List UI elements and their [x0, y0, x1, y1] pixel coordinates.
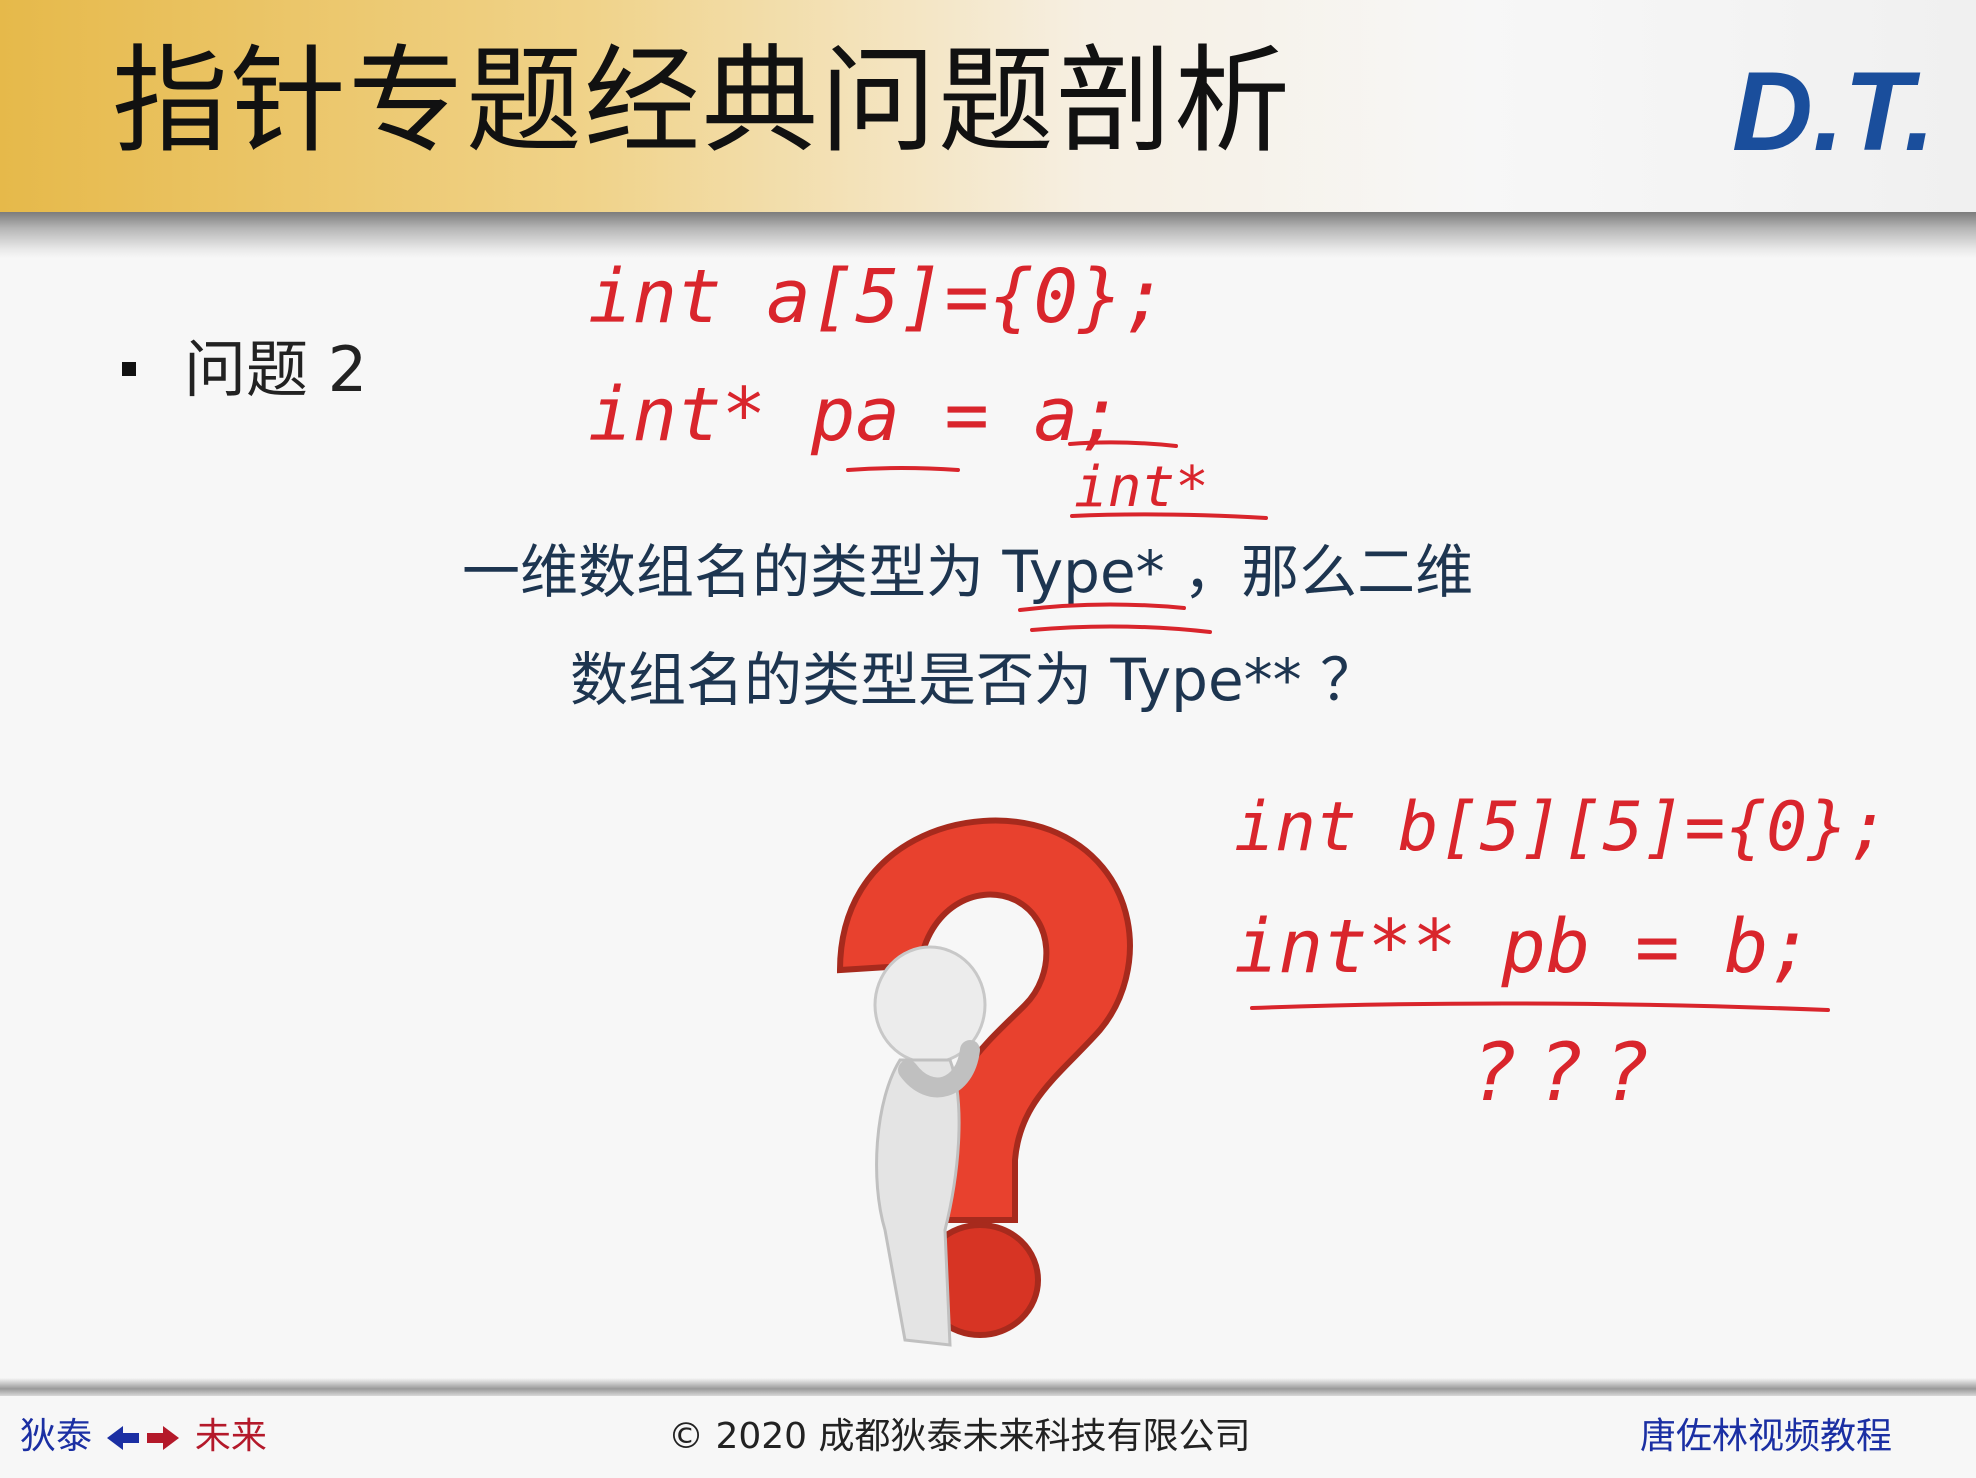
dt-logo-icon: D.T.	[1732, 49, 1935, 166]
bullet-marker	[122, 362, 136, 376]
handwriting-type-note: int*	[1074, 455, 1209, 520]
underline-pb-line	[1250, 1001, 1830, 1012]
question-mark-figure-icon	[836, 817, 1133, 1347]
slide-title: 指针专题经典问题剖析	[112, 34, 1292, 169]
underline-type-2	[1030, 624, 1212, 634]
underline-a	[1068, 440, 1178, 448]
question-line-1: 一维数组名的类型为 Type* ，那么二维	[462, 538, 1474, 606]
footer-course: 唐佐林视频教程	[1640, 1416, 1893, 1457]
footer-brand-a: 狄泰	[20, 1416, 93, 1457]
header-shadow-divider	[0, 212, 1976, 258]
footer-divider	[0, 1378, 1976, 1396]
footer-copyright: © 2020 成都狄泰未来科技有限公司	[668, 1416, 1251, 1457]
footer-brand-b: 未来	[194, 1416, 267, 1457]
handwriting-mark: ???	[1470, 1026, 1669, 1119]
left-right-arrows-icon	[107, 1426, 180, 1450]
underline-pa	[846, 466, 960, 472]
handwriting-line-4: int** pb = b;	[1234, 904, 1813, 990]
handwriting-line-3: int b[5][5]={0};	[1234, 788, 1889, 867]
logo-text: D.T.	[1732, 49, 1935, 166]
handwriting-line-1: int a[5]={0};	[588, 254, 1167, 340]
bullet-question-2: 问题 2	[184, 333, 368, 406]
underline-intstar	[1070, 512, 1268, 520]
footer-brand: 狄泰 未来	[20, 1412, 267, 1462]
handwriting-line-2: int* pa = a;	[588, 372, 1123, 458]
question-line-2: 数组名的类型是否为 Type** ？	[570, 646, 1379, 714]
